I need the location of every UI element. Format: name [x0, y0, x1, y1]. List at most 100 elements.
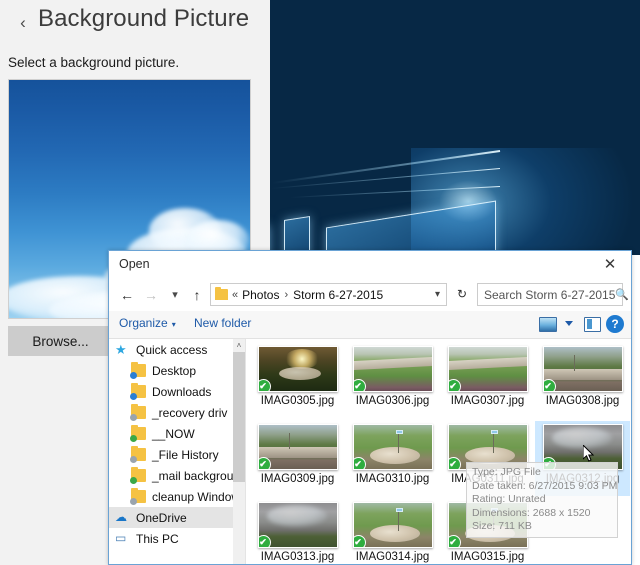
- search-input[interactable]: Search Storm 6-27-2015 🔍: [477, 283, 629, 306]
- sync-check-icon: ✔: [448, 535, 461, 547]
- address-bar[interactable]: « Photos › Storm 6-27-2015 ▾: [210, 283, 447, 306]
- sidebar-item-quick-access[interactable]: ★ Quick access: [109, 339, 245, 360]
- folder-status-badge: [130, 435, 137, 442]
- file-item[interactable]: ✔ IMAG0309.jpg: [250, 421, 345, 496]
- puddle-shape: [464, 447, 515, 464]
- refresh-icon[interactable]: ↻: [453, 285, 471, 303]
- file-thumbnail[interactable]: ✔: [257, 424, 338, 470]
- file-thumbnail[interactable]: ✔: [447, 502, 528, 548]
- back-chevron-icon[interactable]: ‹: [12, 12, 34, 34]
- folder-icon: [215, 287, 228, 300]
- folder-status-badge: [130, 477, 137, 484]
- file-thumbnail[interactable]: ✔: [352, 346, 433, 392]
- preview-pane-icon[interactable]: [584, 317, 601, 332]
- navigation-scrollbar[interactable]: ˄: [233, 339, 245, 564]
- file-thumbnail[interactable]: ✔: [542, 424, 623, 470]
- sync-check-icon: ✔: [543, 457, 556, 469]
- cloud-shape: [551, 427, 612, 449]
- file-name-label: IMAG0306.jpg: [355, 395, 430, 407]
- sidebar-item-onedrive[interactable]: ☁ OneDrive: [109, 507, 245, 528]
- sync-check-icon: ✔: [258, 535, 271, 547]
- pole-shape: [492, 431, 494, 453]
- organize-button[interactable]: Organize ▾: [119, 316, 176, 330]
- sidebar-item-recovery-driv[interactable]: _recovery driv✐: [109, 402, 245, 423]
- file-item[interactable]: ✔ IMAG0312.jpg: [535, 421, 630, 496]
- sidebar-item-cleanup-window[interactable]: cleanup Window: [109, 486, 245, 507]
- file-name-label: IMAG0310.jpg: [355, 473, 430, 485]
- file-item[interactable]: ✔ IMAG0305.jpg: [250, 343, 345, 418]
- computer-icon: ▭: [115, 531, 127, 545]
- file-thumbnail[interactable]: ✔: [352, 424, 433, 470]
- open-file-dialog: Open ✕ ← → ▾ ↑ « Photos › Storm 6-27-201…: [108, 250, 632, 565]
- chevron-down-icon[interactable]: [565, 321, 573, 326]
- view-options-icon[interactable]: [539, 317, 557, 332]
- close-icon[interactable]: ✕: [593, 253, 627, 277]
- folder-icon: [130, 487, 146, 505]
- sidebar-item-label: Quick access: [136, 342, 208, 357]
- folder-icon: [130, 424, 146, 442]
- file-thumbnail[interactable]: ✔: [447, 346, 528, 392]
- puddle-shape: [369, 525, 420, 542]
- file-thumbnail[interactable]: ✔: [447, 424, 528, 470]
- folder-icon: [130, 382, 146, 400]
- dialog-body: ★Quick accessDesktop✐Downloads✐_recovery…: [109, 339, 631, 564]
- navigation-list: ★Quick accessDesktop✐Downloads✐_recovery…: [109, 339, 245, 549]
- sidebar-item-now[interactable]: __NOW: [109, 423, 245, 444]
- breadcrumb-separator: ›: [284, 288, 289, 301]
- breadcrumb-storm-folder[interactable]: Storm 6-27-2015: [293, 288, 383, 302]
- arrow-right-icon[interactable]: →: [141, 285, 161, 305]
- scrollbar-thumb[interactable]: [233, 352, 245, 482]
- scroll-up-icon[interactable]: ˄: [233, 339, 245, 352]
- desktop-wallpaper: [270, 0, 640, 255]
- file-thumbnail[interactable]: ✔: [352, 502, 433, 548]
- file-thumbnail[interactable]: ✔: [257, 502, 338, 548]
- breadcrumb-overflow[interactable]: «: [232, 289, 238, 301]
- pole-shape: [492, 509, 494, 531]
- file-name-label: IMAG0308.jpg: [545, 395, 620, 407]
- arrow-up-icon[interactable]: ↑: [187, 285, 207, 305]
- folder-icon: [130, 361, 146, 379]
- breadcrumb-photos[interactable]: Photos: [242, 288, 279, 302]
- sign-shape: [490, 430, 498, 434]
- file-item[interactable]: ✔ IMAG0310.jpg: [345, 421, 440, 496]
- browse-button[interactable]: Browse...: [8, 326, 113, 356]
- sun-glow: [284, 349, 319, 369]
- sidebar-item-downloads[interactable]: Downloads✐: [109, 381, 245, 402]
- sidebar-item-label: _mail backgroun: [152, 468, 241, 483]
- sidebar-item-label: _recovery driv: [152, 405, 228, 420]
- sync-check-icon: ✔: [353, 535, 366, 547]
- file-item[interactable]: ✔ IMAG0315.jpg: [440, 499, 535, 564]
- chevron-down-icon[interactable]: ▾: [165, 285, 185, 305]
- search-placeholder: Search Storm 6-27-2015: [484, 287, 616, 302]
- file-list-pane[interactable]: ✔ IMAG0305.jpg ✔ IMAG0306.jpg ✔ IMAG0307.jpg ✔…: [246, 339, 631, 564]
- pole-shape: [397, 431, 399, 453]
- file-thumbnail[interactable]: ✔: [542, 346, 623, 392]
- file-item[interactable]: ✔ IMAG0313.jpg: [250, 499, 345, 564]
- sync-check-icon: ✔: [353, 379, 366, 391]
- sync-check-icon: ✔: [258, 457, 271, 469]
- file-name-label: IMAG0309.jpg: [260, 473, 335, 485]
- sidebar-item-label: Downloads: [152, 384, 212, 399]
- arrow-left-icon[interactable]: ←: [117, 285, 137, 305]
- sidebar-item-file-history[interactable]: _File History: [109, 444, 245, 465]
- sidebar-item-mail-backgroun[interactable]: _mail backgroun: [109, 465, 245, 486]
- dialog-navigation-bar: ← → ▾ ↑ « Photos › Storm 6-27-2015 ▾ ↻ S…: [109, 279, 631, 311]
- file-grid: ✔ IMAG0305.jpg ✔ IMAG0306.jpg ✔ IMAG0307.jpg ✔…: [250, 343, 631, 564]
- chevron-down-icon[interactable]: ▾: [435, 289, 440, 300]
- sync-check-icon: ✔: [448, 379, 461, 391]
- sidebar-item-desktop[interactable]: Desktop✐: [109, 360, 245, 381]
- folder-status-badge: [130, 498, 137, 505]
- file-item[interactable]: ✔ IMAG0306.jpg: [345, 343, 440, 418]
- cloud-icon: ☁: [115, 510, 127, 524]
- sidebar-item-label: cleanup Window: [152, 489, 241, 504]
- pole-shape: [288, 433, 290, 449]
- help-icon[interactable]: ?: [606, 315, 624, 333]
- dialog-titlebar: Open ✕: [109, 251, 631, 279]
- file-item[interactable]: ✔ IMAG0307.jpg: [440, 343, 535, 418]
- file-item[interactable]: ✔ IMAG0314.jpg: [345, 499, 440, 564]
- file-thumbnail[interactable]: ✔: [257, 346, 338, 392]
- file-item[interactable]: ✔ IMAG0311.jpg: [440, 421, 535, 496]
- new-folder-button[interactable]: New folder: [194, 316, 251, 330]
- file-item[interactable]: ✔ IMAG0308.jpg: [535, 343, 630, 418]
- sidebar-item-this-pc[interactable]: ▭ This PC: [109, 528, 245, 549]
